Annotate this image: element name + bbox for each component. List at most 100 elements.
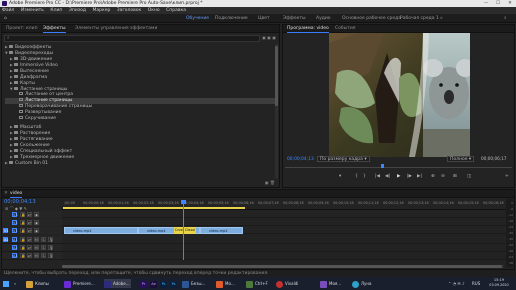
solo-icon[interactable]: S xyxy=(41,253,46,258)
workspace-tab-effects[interactable]: Эффекты xyxy=(283,15,306,22)
tree-item-custom-bin[interactable]: ▶ Custom Bin 01 xyxy=(5,160,275,166)
track-id-label[interactable]: A3 xyxy=(12,253,17,258)
tab-project[interactable]: Проект: клип xyxy=(6,25,38,33)
track-id-label[interactable]: A1 xyxy=(12,237,17,242)
search-icon[interactable]: ⌕ xyxy=(504,15,507,22)
play-icon[interactable]: ▶ xyxy=(397,174,400,179)
menu-edit[interactable]: Изменить xyxy=(19,8,47,13)
tray-icons[interactable]: ⌃ ◔ ✉ ♪ xyxy=(448,279,465,288)
source-patch-v1[interactable]: V1 xyxy=(3,228,8,233)
mute-icon[interactable]: M xyxy=(34,245,39,250)
tab-effects[interactable]: Эффекты xyxy=(43,25,66,33)
clock-date[interactable]: 03.09.2020 xyxy=(486,283,512,288)
lift-icon[interactable]: ⊕ xyxy=(431,174,435,179)
go-to-in-icon[interactable]: |◀ xyxy=(375,174,380,179)
track-id-label[interactable]: V2 xyxy=(12,220,17,225)
taskbar-app-ps-2[interactable]: Ps xyxy=(170,279,179,288)
panel-footer-icons[interactable]: ▣ 🗑 xyxy=(265,180,275,185)
workspace-tab-main[interactable]: Основное рабочее среда xyxy=(342,15,401,22)
playhead-marker[interactable] xyxy=(381,164,384,168)
workspace-tab-audio[interactable]: Аудио xyxy=(316,15,331,22)
track-id-label[interactable]: V3 xyxy=(12,212,17,217)
eye-icon[interactable]: ◉ xyxy=(34,220,39,225)
taskbar-app-premiere[interactable]: Premiere... xyxy=(64,279,95,288)
tab-effect-controls[interactable]: Элементы управления эффектами xyxy=(75,25,157,33)
transition-block[interactable]: Cross Dissol xyxy=(174,227,196,234)
effects-search-input[interactable]: ⌕ xyxy=(4,35,260,42)
work-area-bar[interactable] xyxy=(63,207,245,209)
menu-file[interactable]: Файл xyxy=(0,8,17,13)
step-back-icon[interactable]: ◀| xyxy=(385,174,390,179)
start-button[interactable] xyxy=(3,279,11,288)
workspace-tab-assembly[interactable]: Подключение xyxy=(215,15,248,22)
quality-dropdown[interactable]: Полное ▾ xyxy=(447,156,475,162)
playhead-handle[interactable] xyxy=(181,200,186,204)
mark-out-icon[interactable]: } xyxy=(363,174,366,179)
taskbar-app-ae[interactable]: Ae xyxy=(150,279,159,288)
minimize-button[interactable]: — xyxy=(480,0,492,7)
taskbar-app-adobe[interactable]: Adobe... xyxy=(104,279,132,288)
track-id-label[interactable]: V1 xyxy=(12,228,17,233)
mark-in-icon[interactable]: { xyxy=(355,174,358,179)
lock-icon[interactable]: 🔒 xyxy=(20,212,25,217)
sync-lock-icon[interactable]: ⇄ xyxy=(27,212,32,217)
menu-clip[interactable]: Клип xyxy=(48,8,65,13)
export-frame-icon[interactable]: ⊞ xyxy=(453,174,457,179)
menu-marker[interactable]: Маркер xyxy=(90,8,113,13)
eye-icon[interactable]: ◉ xyxy=(34,228,39,233)
sync-lock-icon[interactable]: ⇄ xyxy=(27,245,32,250)
step-forward-icon[interactable]: |▶ xyxy=(407,174,412,179)
sync-lock-icon[interactable]: ⇄ xyxy=(27,253,32,258)
taskbar-app-my-2[interactable]: Моя... xyxy=(320,279,341,288)
mute-icon[interactable]: M xyxy=(34,237,39,242)
go-to-out-icon[interactable]: ▶| xyxy=(417,174,422,179)
program-timecode[interactable]: 00;00;04;13 xyxy=(287,157,314,163)
menu-sequence[interactable]: Эпизод xyxy=(67,8,89,13)
lock-icon[interactable]: 🔒 xyxy=(20,237,25,242)
language-indicator[interactable]: RUS xyxy=(472,279,480,288)
effects-filter-icons[interactable]: ▣ ▣ ▣ xyxy=(262,35,276,40)
menu-help[interactable]: Справка xyxy=(164,8,189,13)
lock-icon[interactable]: 🔒 xyxy=(20,245,25,250)
lock-icon[interactable]: 🔒 xyxy=(20,220,25,225)
taskbar-app-pr[interactable]: Pr xyxy=(140,279,149,288)
sync-lock-icon[interactable]: ⇄ xyxy=(27,220,32,225)
taskbar-app-my[interactable]: Мо... xyxy=(216,279,235,288)
tab-events[interactable]: События xyxy=(335,25,355,33)
workspace-more-button[interactable]: » xyxy=(440,15,443,22)
lock-icon[interactable]: 🔒 xyxy=(20,253,25,258)
button-editor-icon[interactable]: + xyxy=(505,174,509,179)
taskbar-app-untitled[interactable]: Безы... xyxy=(182,279,205,288)
search-icon[interactable]: ⌕ xyxy=(14,279,16,288)
microphone-icon[interactable]: 🎙 xyxy=(48,245,53,250)
solo-icon[interactable]: S xyxy=(41,245,46,250)
microphone-icon[interactable]: 🎙 xyxy=(48,237,53,242)
timeline-clip[interactable]: video.mp4 xyxy=(64,227,138,234)
workspace-tab-custom[interactable]: Рабочая среда 1 xyxy=(400,15,439,22)
time-ruler[interactable]: ;00;00 00;00;00;16 00;00;01;16 00;00;02;… xyxy=(61,200,509,210)
monitor-scrubber[interactable] xyxy=(285,164,512,168)
taskbar-app-vivaldi[interactable]: Vivaldi xyxy=(276,279,298,288)
microphone-icon[interactable]: 🎙 xyxy=(48,253,53,258)
track-id-label[interactable]: A2 xyxy=(12,245,17,250)
timeline-timecode[interactable]: 00;00;04;13 xyxy=(4,199,36,205)
close-tab-icon[interactable]: ✕ xyxy=(4,190,8,198)
timeline-scrollbar[interactable] xyxy=(62,265,504,268)
menu-window[interactable]: Окно xyxy=(146,8,163,13)
playhead-line[interactable] xyxy=(183,200,184,260)
maximize-button[interactable]: ☐ xyxy=(492,0,504,7)
sync-lock-icon[interactable]: ⇄ xyxy=(27,237,32,242)
effects-scrollbar-thumb[interactable] xyxy=(275,46,278,106)
tab-sequence-video[interactable]: video xyxy=(10,190,23,198)
extract-icon[interactable]: ⊖ xyxy=(441,174,445,179)
timeline-clip[interactable]: video.mp4 xyxy=(200,227,243,234)
taskbar-app-luna[interactable]: Луна xyxy=(352,279,371,288)
solo-icon[interactable]: S xyxy=(41,237,46,242)
workspace-tab-color[interactable]: Цвет xyxy=(258,15,270,22)
taskbar-app-clips[interactable]: Клипы xyxy=(26,279,49,288)
eye-icon[interactable]: ◉ xyxy=(34,212,39,217)
timeline-scrollbar-thumb[interactable] xyxy=(62,265,502,268)
taskbar-app-ps[interactable]: Ps xyxy=(160,279,169,288)
source-patch-a1[interactable]: A1 xyxy=(3,237,8,242)
comparison-view-icon[interactable]: ◫ xyxy=(467,174,471,179)
